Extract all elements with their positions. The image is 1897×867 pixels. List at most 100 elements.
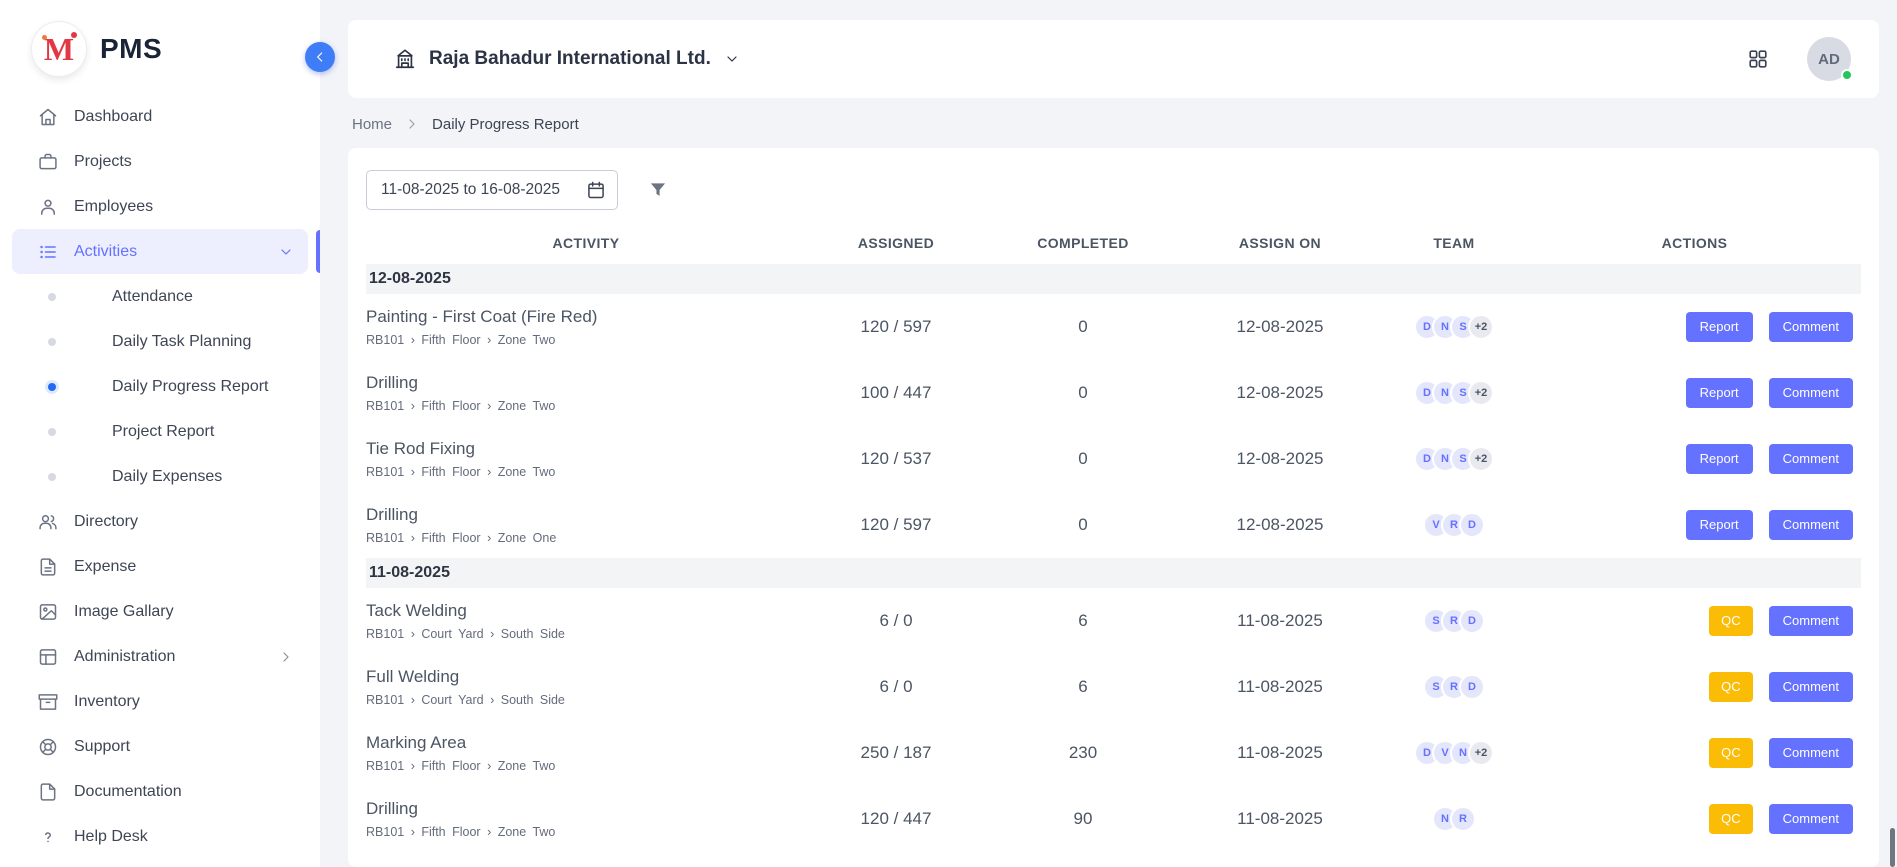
sidebar-item-activities[interactable]: Activities: [12, 229, 308, 274]
breadcrumb-home-link[interactable]: Home: [352, 116, 392, 133]
report-card: 11-08-2025 to 16-08-2025 ACTIVITY ASSIGN…: [348, 148, 1879, 867]
logo-letter: M: [44, 33, 74, 65]
bullet-dot: [48, 293, 56, 301]
assign-on-value: 12-08-2025: [1180, 383, 1380, 403]
sidebar-item-daily-task-planning[interactable]: Daily Task Planning: [0, 319, 320, 364]
activity-path: RB101 › Fifth Floor › Zone Two: [366, 465, 796, 479]
calendar-icon: [586, 180, 606, 200]
company-name: Raja Bahadur International Ltd.: [429, 48, 711, 70]
app-logo[interactable]: M PMS: [0, 0, 320, 90]
sidebar-item-image-gallary[interactable]: Image Gallary: [12, 589, 308, 634]
table-row: Painting - First Coat (Fire Red) RB101 ›…: [366, 294, 1861, 360]
assigned-value: 120 / 447: [806, 809, 986, 829]
company-selector[interactable]: Raja Bahadur International Ltd.: [394, 48, 740, 70]
activity-title: Drilling: [366, 373, 796, 393]
assigned-value: 6 / 0: [806, 677, 986, 697]
sidebar-collapse-button[interactable]: [305, 42, 335, 72]
assigned-value: 250 / 187: [806, 743, 986, 763]
col-completed: COMPLETED: [986, 235, 1180, 251]
team-extra-count: +2: [1468, 314, 1494, 340]
sidebar-item-support[interactable]: Support: [12, 724, 308, 769]
sidebar-item-daily-expenses[interactable]: Daily Expenses: [0, 454, 320, 499]
activity-path: RB101 › Fifth Floor › Zone Two: [366, 759, 796, 773]
qc-button[interactable]: QC: [1709, 606, 1753, 636]
qc-button[interactable]: QC: [1709, 672, 1753, 702]
comment-button[interactable]: Comment: [1769, 606, 1853, 636]
team-extra-count: +2: [1468, 446, 1494, 472]
team-avatars: D N S +2: [1380, 380, 1528, 406]
table-header: ACTIVITY ASSIGNED COMPLETED ASSIGN ON TE…: [366, 222, 1861, 264]
comment-button[interactable]: Comment: [1769, 510, 1853, 540]
topbar: Raja Bahadur International Ltd. AD: [348, 20, 1879, 98]
report-button[interactable]: Report: [1686, 444, 1753, 474]
sidebar-item-project-report[interactable]: Project Report: [0, 409, 320, 454]
group-date-header: 11-08-2025: [366, 558, 1861, 588]
activity-path: RB101 › Court Yard › South Side: [366, 693, 796, 707]
team-extra-count: +2: [1468, 380, 1494, 406]
report-button[interactable]: Report: [1686, 312, 1753, 342]
sidebar-item-inventory[interactable]: Inventory: [12, 679, 308, 724]
table-row: Tie Rod Fixing RB101 › Fifth Floor › Zon…: [366, 426, 1861, 492]
comment-button[interactable]: Comment: [1769, 444, 1853, 474]
assigned-value: 6 / 0: [806, 611, 986, 631]
group-date-header: 12-08-2025: [366, 264, 1861, 294]
sidebar-item-directory[interactable]: Directory: [12, 499, 308, 544]
bullet-dot: [48, 428, 56, 436]
sidebar-item-projects[interactable]: Projects: [12, 139, 308, 184]
sidebar-item-daily-progress-report[interactable]: Daily Progress Report: [0, 364, 320, 409]
team-avatar: D: [1459, 608, 1485, 634]
assign-on-value: 11-08-2025: [1180, 611, 1380, 631]
sidebar-item-documentation[interactable]: Documentation: [12, 769, 308, 814]
completed-value: 230: [986, 743, 1180, 763]
progress-table: ACTIVITY ASSIGNED COMPLETED ASSIGN ON TE…: [366, 222, 1861, 852]
sidebar-item-expense[interactable]: Expense: [12, 544, 308, 589]
team-avatars: S R D: [1380, 608, 1528, 634]
assign-on-value: 12-08-2025: [1180, 515, 1380, 535]
activity-path: RB101 › Fifth Floor › Zone One: [366, 531, 796, 545]
col-team: TEAM: [1380, 235, 1528, 251]
qc-button[interactable]: QC: [1709, 804, 1753, 834]
team-avatars: S R D: [1380, 674, 1528, 700]
user-avatar[interactable]: AD: [1807, 37, 1851, 81]
activity-title: Drilling: [366, 505, 796, 525]
breadcrumb-separator-icon: [404, 116, 420, 132]
activity-path: RB101 › Fifth Floor › Zone Two: [366, 825, 796, 839]
activity-path: RB101 › Fifth Floor › Zone Two: [366, 333, 796, 347]
table-row: Marking Area RB101 › Fifth Floor › Zone …: [366, 720, 1861, 786]
assign-on-value: 11-08-2025: [1180, 677, 1380, 697]
table-row: Drilling RB101 › Fifth Floor › Zone Two …: [366, 360, 1861, 426]
report-button[interactable]: Report: [1686, 378, 1753, 408]
sidebar-item-administration[interactable]: Administration: [12, 634, 308, 679]
comment-button[interactable]: Comment: [1769, 312, 1853, 342]
user-icon: [38, 197, 58, 217]
assigned-value: 120 / 597: [806, 317, 986, 337]
comment-button[interactable]: Comment: [1769, 804, 1853, 834]
comment-button[interactable]: Comment: [1769, 738, 1853, 768]
sidebar-nav: Dashboard Projects Employees Activities: [0, 90, 320, 859]
team-avatar: R: [1450, 806, 1476, 832]
comment-button[interactable]: Comment: [1769, 378, 1853, 408]
apps-grid-icon[interactable]: [1747, 48, 1769, 70]
chevron-left-icon: [312, 49, 328, 65]
bullet-dot: [48, 338, 56, 346]
sidebar-item-employees[interactable]: Employees: [12, 184, 308, 229]
life-buoy-icon: [38, 737, 58, 757]
users-icon: [38, 512, 58, 532]
table-row: Tack Welding RB101 › Court Yard › South …: [366, 588, 1861, 654]
date-range-input[interactable]: 11-08-2025 to 16-08-2025: [366, 170, 618, 210]
bullet-dot: [48, 383, 56, 391]
breadcrumb-current: Daily Progress Report: [432, 116, 579, 133]
sidebar-item-dashboard[interactable]: Dashboard: [12, 94, 308, 139]
qc-button[interactable]: QC: [1709, 738, 1753, 768]
activity-title: Tie Rod Fixing: [366, 439, 796, 459]
filter-funnel-icon[interactable]: [648, 180, 668, 200]
team-avatars: V R D: [1380, 512, 1528, 538]
activity-title: Full Welding: [366, 667, 796, 687]
report-button[interactable]: Report: [1686, 510, 1753, 540]
sidebar-item-help-desk[interactable]: Help Desk: [12, 814, 308, 859]
table-row: Drilling RB101 › Fifth Floor › Zone One …: [366, 492, 1861, 558]
table-row: Full Welding RB101 › Court Yard › South …: [366, 654, 1861, 720]
comment-button[interactable]: Comment: [1769, 672, 1853, 702]
sidebar-item-attendance[interactable]: Attendance: [0, 274, 320, 319]
scrollbar-thumb[interactable]: [1890, 828, 1895, 867]
